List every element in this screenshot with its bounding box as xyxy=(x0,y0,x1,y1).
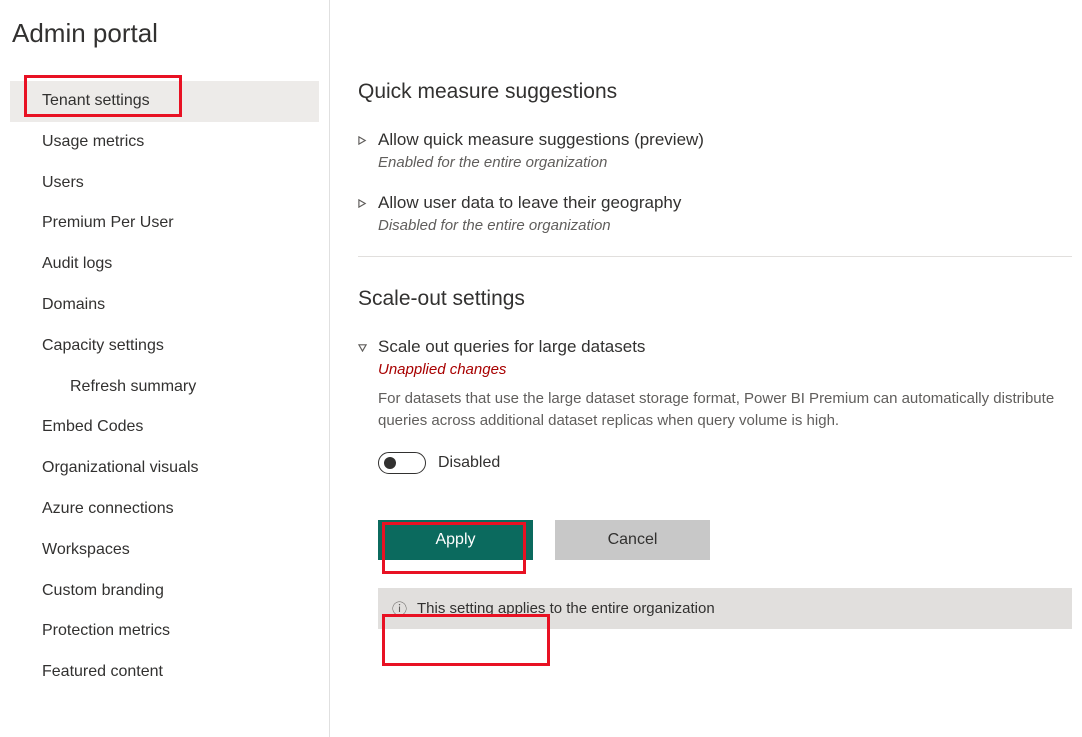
highlight-toggle xyxy=(382,522,526,574)
expander-status: Enabled for the entire organization xyxy=(378,154,1072,171)
sidebar-item-workspaces[interactable]: Workspaces xyxy=(10,530,319,571)
cancel-button[interactable]: Cancel xyxy=(555,520,710,560)
chevron-right-icon xyxy=(358,193,378,211)
unapplied-changes-label: Unapplied changes xyxy=(378,361,1072,378)
section-title-quick-measure: Quick measure suggestions xyxy=(358,80,1072,104)
divider xyxy=(358,256,1072,257)
expander-title: Allow user data to leave their geography xyxy=(378,193,1072,213)
toggle-knob xyxy=(384,457,396,469)
nav-list: Tenant settings Usage metrics Users Prem… xyxy=(10,81,319,693)
sidebar-item-usage-metrics[interactable]: Usage metrics xyxy=(10,122,319,163)
sidebar-item-custom-branding[interactable]: Custom branding xyxy=(10,571,319,612)
section-title-scale-out: Scale-out settings xyxy=(358,287,1072,311)
sidebar-item-capacity-settings[interactable]: Capacity settings xyxy=(10,326,319,367)
sidebar-item-embed-codes[interactable]: Embed Codes xyxy=(10,407,319,448)
sidebar-item-featured-content[interactable]: Featured content xyxy=(10,652,319,693)
toggle-row: Disabled xyxy=(378,452,1072,474)
sidebar-item-organizational-visuals[interactable]: Organizational visuals xyxy=(10,448,319,489)
sidebar-item-premium-per-user[interactable]: Premium Per User xyxy=(10,203,319,244)
expander-allow-user-data-leave-geography[interactable]: Allow user data to leave their geography… xyxy=(358,193,1072,234)
setting-description: For datasets that use the large dataset … xyxy=(378,388,1072,432)
expander-title: Scale out queries for large datasets xyxy=(378,337,1072,357)
sidebar-item-refresh-summary[interactable]: Refresh summary xyxy=(10,367,319,408)
highlight-tenant-settings xyxy=(24,75,182,117)
sidebar-item-azure-connections[interactable]: Azure connections xyxy=(10,489,319,530)
expander-title: Allow quick measure suggestions (preview… xyxy=(378,130,1072,150)
toggle-state-label: Disabled xyxy=(438,454,500,472)
page-title: Admin portal xyxy=(10,18,319,49)
expander-allow-quick-measure[interactable]: Allow quick measure suggestions (preview… xyxy=(358,130,1072,171)
sidebar-item-audit-logs[interactable]: Audit logs xyxy=(10,244,319,285)
chevron-right-icon xyxy=(358,130,378,148)
chevron-down-icon xyxy=(358,337,378,355)
sidebar-item-domains[interactable]: Domains xyxy=(10,285,319,326)
highlight-apply xyxy=(382,614,550,666)
expander-scale-out-queries[interactable]: Scale out queries for large datasets Una… xyxy=(358,337,1072,432)
scale-out-toggle[interactable] xyxy=(378,452,426,474)
expander-status: Disabled for the entire organization xyxy=(378,217,1072,234)
sidebar-item-protection-metrics[interactable]: Protection metrics xyxy=(10,611,319,652)
sidebar-item-users[interactable]: Users xyxy=(10,163,319,204)
